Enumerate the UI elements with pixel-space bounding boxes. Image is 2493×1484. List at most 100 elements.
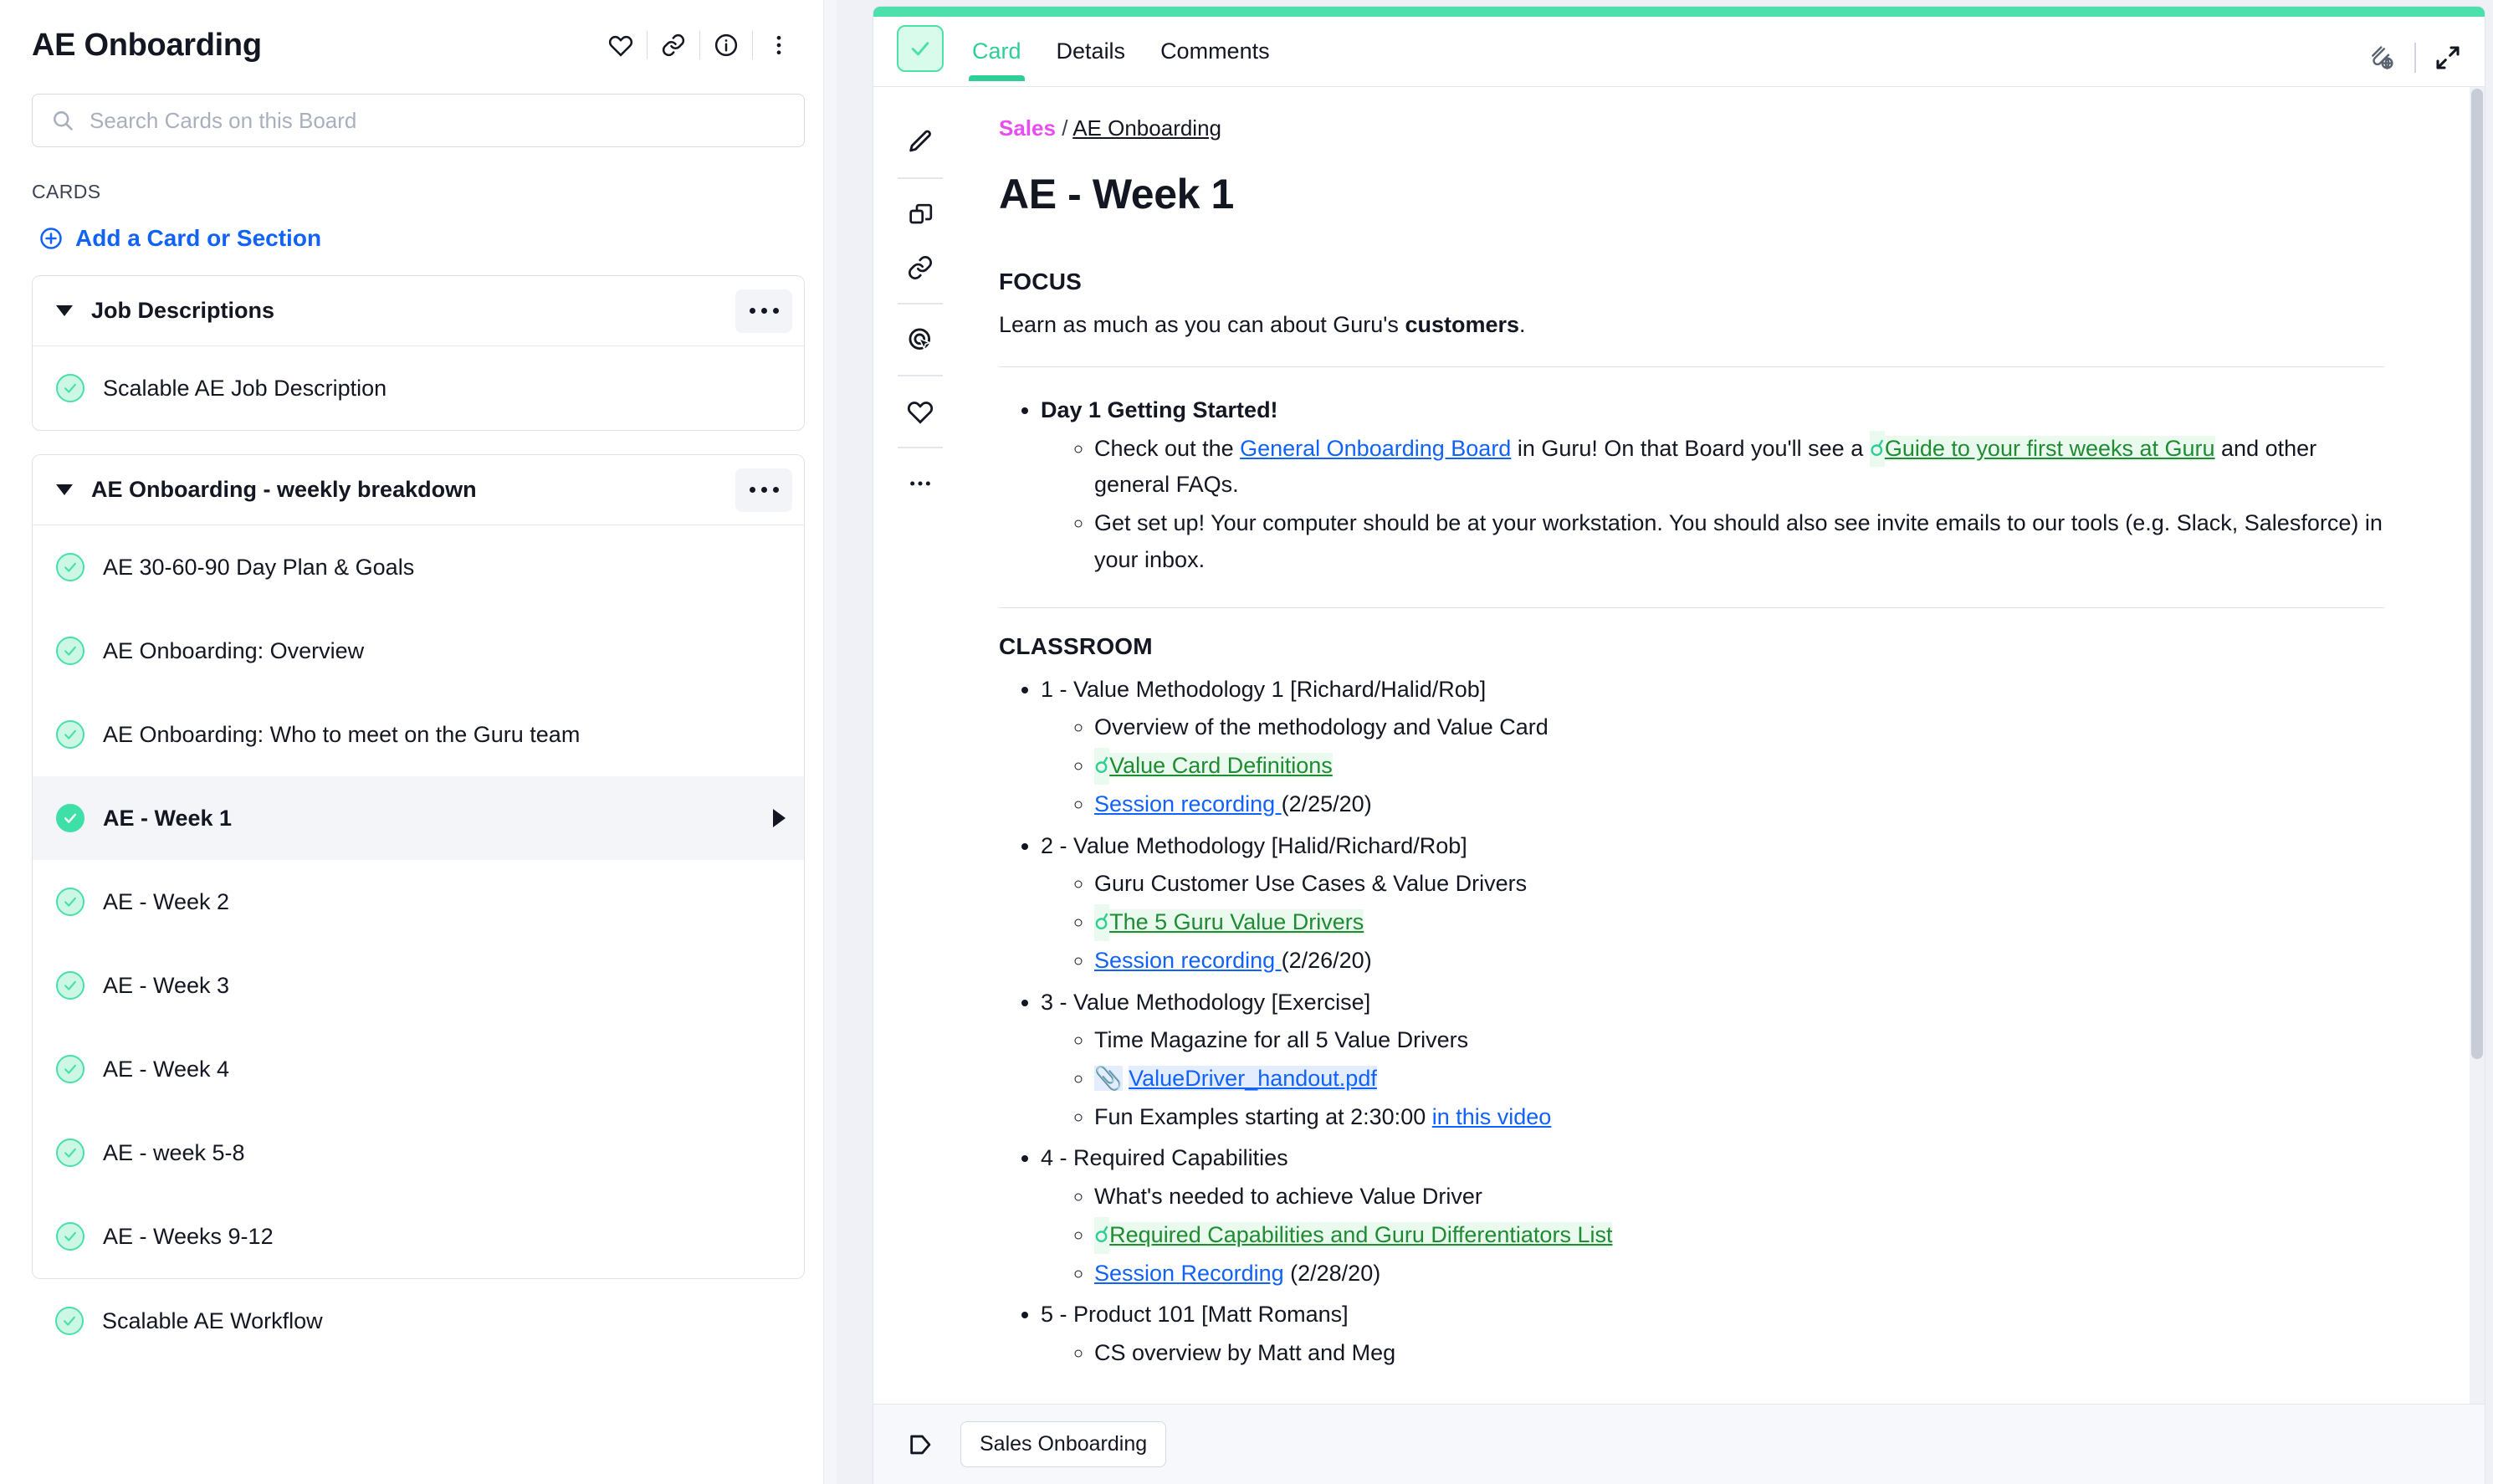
session-recording-link[interactable]: Session recording <box>1094 948 1282 973</box>
session-recording-link[interactable]: Session recording <box>1094 791 1282 816</box>
duplicate-icon[interactable] <box>893 187 947 241</box>
divider <box>999 366 2384 367</box>
sidebar-card-ae-30-60-90[interactable]: AE 30-60-90 Day Plan & Goals <box>33 525 804 609</box>
chevron-right-icon[interactable] <box>773 809 786 827</box>
classroom-sublist: What's needed to achieve Value Driver ☌R… <box>1041 1179 2384 1292</box>
classroom-item-title: 5 - Product 101 [Matt Romans] <box>1041 1302 1349 1328</box>
board-section: AE Onboarding - weekly breakdown AE 30-6… <box>32 454 805 1279</box>
section-menu-button[interactable] <box>735 289 792 333</box>
share-globe-icon[interactable] <box>2368 43 2396 72</box>
focus-text-after: . <box>1519 312 1526 337</box>
heart-icon[interactable] <box>893 385 947 438</box>
sidebar-card-ae-week-5-8[interactable]: AE - week 5-8 <box>33 1111 804 1195</box>
list-item: 2 - Value Methodology [Halid/Richard/Rob… <box>1041 828 2384 980</box>
verified-check-icon <box>56 971 84 1000</box>
sidebar-card-ae-week-3[interactable]: AE - Week 3 <box>33 944 804 1027</box>
verified-check-icon <box>56 804 84 832</box>
guru-card-icon: ☌ <box>1094 1216 1110 1254</box>
value-card-definitions-link[interactable]: Value Card Definitions <box>1109 753 1333 779</box>
verified-check-icon[interactable] <box>897 25 944 72</box>
list-item: Time Magazine for all 5 Value Drivers <box>1094 1022 2384 1059</box>
link-icon[interactable] <box>893 241 947 294</box>
list-item: 5 - Product 101 [Matt Romans] CS overvie… <box>1041 1297 2384 1371</box>
sidebar-card-ae-week-4[interactable]: AE - Week 4 <box>33 1027 804 1111</box>
verified-check-icon <box>56 888 84 916</box>
sidebar-card-ae-week-1[interactable]: AE - Week 1 <box>33 776 804 860</box>
session-recording-link[interactable]: Session Recording <box>1094 1261 1284 1286</box>
sidebar-card-scalable-ae-job-description[interactable]: Scalable AE Job Description <box>33 346 804 430</box>
click-target-icon[interactable] <box>893 313 947 366</box>
tab-card[interactable]: Card <box>969 38 1025 81</box>
classroom-heading: CLASSROOM <box>999 632 1153 659</box>
expand-icon[interactable] <box>2434 44 2461 71</box>
search-input[interactable]: Search Cards on this Board <box>32 94 805 147</box>
info-icon[interactable] <box>700 25 752 65</box>
divider <box>898 375 943 376</box>
card-label: AE 30-60-90 Day Plan & Goals <box>103 554 415 580</box>
sidebar-card-scalable-ae-workflow[interactable]: Scalable AE Workflow <box>32 1279 805 1363</box>
tab-comments[interactable]: Comments <box>1160 38 1270 81</box>
list-item: ☌Value Card Definitions <box>1094 748 2384 785</box>
sidebar-card-who-to-meet[interactable]: AE Onboarding: Who to meet on the Guru t… <box>33 693 804 776</box>
link-icon[interactable] <box>648 25 699 65</box>
card-label: AE Onboarding: Who to meet on the Guru t… <box>103 721 581 747</box>
classroom-item-title: 2 - Value Methodology [Halid/Richard/Rob… <box>1041 832 1467 858</box>
card-label: Scalable AE Job Description <box>103 375 387 401</box>
required-capabilities-list-link[interactable]: Required Capabilities and Guru Different… <box>1109 1221 1613 1247</box>
general-onboarding-board-link[interactable]: General Onboarding Board <box>1240 436 1511 461</box>
five-guru-value-drivers-link[interactable]: The 5 Guru Value Drivers <box>1109 909 1364 935</box>
card-scrollbar[interactable] <box>2470 87 2485 1404</box>
card-panel-body: Sales / AE Onboarding AE - Week 1 FOCUS … <box>873 87 2485 1404</box>
in-this-video-link[interactable]: in this video <box>1432 1104 1552 1129</box>
add-card-or-section-button[interactable]: Add a Card or Section <box>32 225 805 252</box>
list-item: Fun Examples starting at 2:30:00 in this… <box>1094 1099 2384 1136</box>
classroom-list: 1 - Value Methodology 1 [Richard/Halid/R… <box>999 672 2384 1372</box>
page-title: AE Onboarding <box>32 27 262 63</box>
divider <box>898 303 943 304</box>
classroom-item-title: 1 - Value Methodology 1 [Richard/Halid/R… <box>1041 676 1487 702</box>
app-root: AE Onboarding Search Cards on this Board… <box>0 0 2493 1484</box>
classroom-item-title: 3 - Value Methodology [Exercise] <box>1041 989 1371 1015</box>
tag-sales-onboarding[interactable]: Sales Onboarding <box>960 1421 1167 1467</box>
valuedriver-handout-pdf-link[interactable]: ValueDriver_handout.pdf <box>1129 1066 1377 1092</box>
more-vertical-icon[interactable] <box>753 25 805 65</box>
verified-check-icon <box>56 553 84 581</box>
verified-check-icon <box>56 720 84 749</box>
chevron-down-icon[interactable] <box>56 305 73 316</box>
focus-text: Learn as much as you can about Guru's cu… <box>999 312 2384 338</box>
card-content: Sales / AE Onboarding AE - Week 1 FOCUS … <box>967 87 2485 1404</box>
verified-check-icon <box>56 1055 84 1083</box>
edit-pencil-icon[interactable] <box>893 115 947 169</box>
session-date: (2/28/20) <box>1283 1260 1381 1286</box>
add-card-label: Add a Card or Section <box>75 225 322 251</box>
chevron-down-icon[interactable] <box>56 484 73 495</box>
divider <box>999 606 2384 608</box>
card-tool-rail <box>873 87 967 1404</box>
section-header[interactable]: AE Onboarding - weekly breakdown <box>33 455 804 525</box>
sidebar-card-ae-weeks-9-12[interactable]: AE - Weeks 9-12 <box>33 1195 804 1278</box>
guide-first-weeks-link[interactable]: Guide to your first weeks at Guru <box>1884 435 2215 461</box>
day1-list: Day 1 Getting Started! Check out the Gen… <box>999 392 2384 579</box>
board-sidebar: AE Onboarding Search Cards on this Board… <box>0 0 837 1484</box>
list-item: 4 - Required Capabilities What's needed … <box>1041 1140 2384 1292</box>
card-scrollbar-thumb[interactable] <box>2471 89 2483 1059</box>
list-item: ☌The 5 Guru Value Drivers <box>1094 904 2384 941</box>
guru-card-icon: ☌ <box>1094 904 1110 941</box>
tab-details[interactable]: Details <box>1057 38 1126 81</box>
day1-heading: Day 1 Getting Started! <box>1041 397 1278 422</box>
more-horizontal-icon[interactable] <box>893 457 947 510</box>
heart-icon[interactable] <box>595 25 647 65</box>
breadcrumb-group[interactable]: Sales <box>999 115 1056 141</box>
breadcrumb-board[interactable]: AE Onboarding <box>1072 115 1221 141</box>
sidebar-card-ae-week-2[interactable]: AE - Week 2 <box>33 860 804 944</box>
sidebar-scrollbar[interactable] <box>823 0 837 1484</box>
verified-check-icon <box>55 1307 84 1335</box>
sidebar-card-ae-onboarding-overview[interactable]: AE Onboarding: Overview <box>33 609 804 693</box>
card-label: AE - Week 1 <box>103 805 233 831</box>
card-panel-area: Card Details Comments Sales / AE Onboard… <box>865 0 2493 1484</box>
section-header[interactable]: Job Descriptions <box>33 276 804 346</box>
guru-card-icon: ☌ <box>1869 430 1885 468</box>
list-item: 3 - Value Methodology [Exercise] Time Ma… <box>1041 985 2384 1136</box>
card-footer: Sales Onboarding <box>873 1404 2485 1484</box>
section-menu-button[interactable] <box>735 468 792 512</box>
